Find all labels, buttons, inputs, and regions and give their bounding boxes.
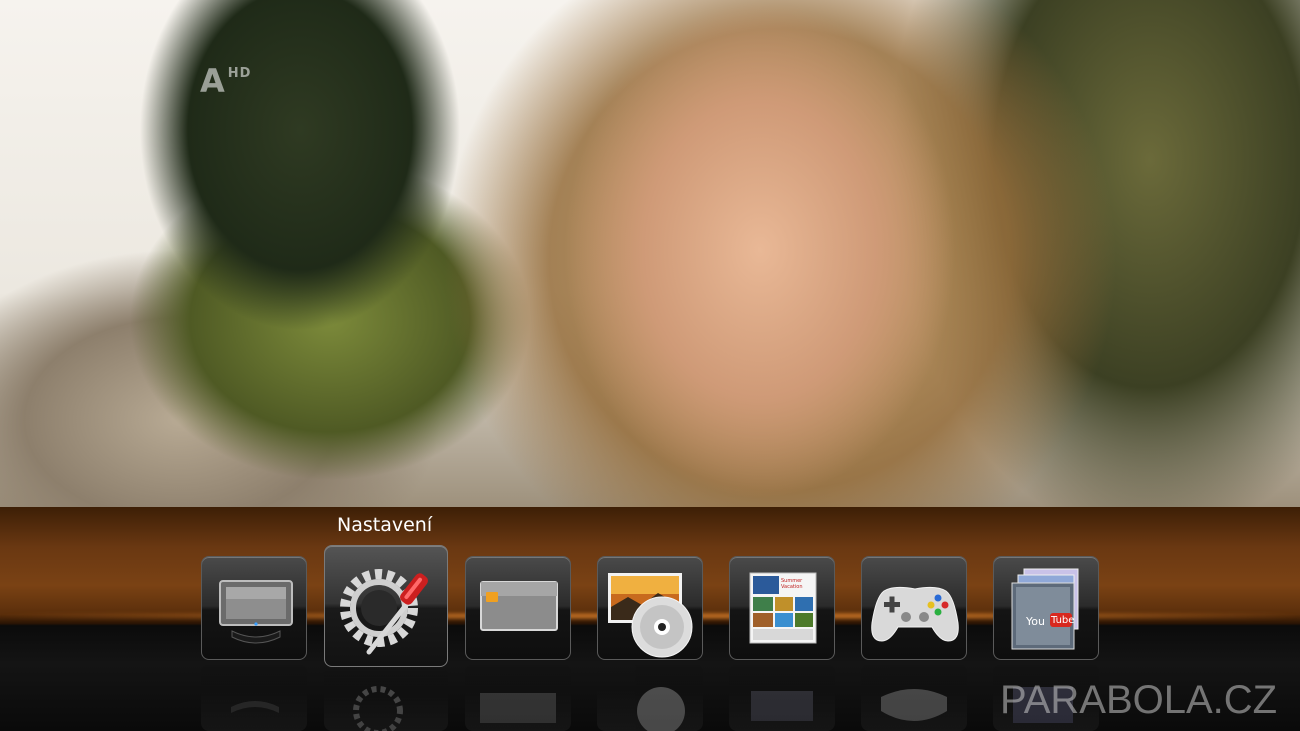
photo-album-icon <box>749 572 817 644</box>
menu-item-card-reflection <box>465 664 571 731</box>
youtube-you-text: You <box>1026 615 1045 628</box>
menu-item-youtube[interactable]: You Tube <box>993 556 1099 660</box>
gamepad-icon <box>871 586 959 642</box>
youtube-icon <box>1011 568 1079 650</box>
menu-item-media-reflection <box>597 664 703 731</box>
photo-disc-icon <box>608 573 693 658</box>
watermark: PARABOLA.CZ <box>1000 678 1278 722</box>
channel-logo-hd: HD <box>227 66 252 81</box>
menu-item-album-reflection <box>729 664 835 731</box>
card-icon <box>480 581 558 631</box>
channel-logo: A HD <box>200 62 251 100</box>
menu-item-settings[interactable] <box>324 545 448 667</box>
menu-item-card[interactable] <box>465 556 571 660</box>
menu-item-settings-reflection <box>324 668 448 731</box>
tv-screen: A HD Nastavení Summer Vacation You Tube … <box>0 0 1300 731</box>
menu-item-games[interactable] <box>861 556 967 660</box>
selected-item-label: Nastavení <box>337 514 433 536</box>
menu-item-games-reflection <box>861 664 967 731</box>
menu-item-tv[interactable] <box>201 556 307 660</box>
settings-tools-icon <box>340 569 428 655</box>
album-caption: Summer Vacation <box>781 578 803 590</box>
channel-logo-letter: A <box>200 62 226 100</box>
menu-item-tv-reflection <box>201 664 307 731</box>
menu-item-media[interactable] <box>597 556 703 660</box>
menu-item-album[interactable]: Summer Vacation <box>729 556 835 660</box>
youtube-tube-text: Tube <box>1051 615 1075 626</box>
tv-icon <box>219 580 293 644</box>
